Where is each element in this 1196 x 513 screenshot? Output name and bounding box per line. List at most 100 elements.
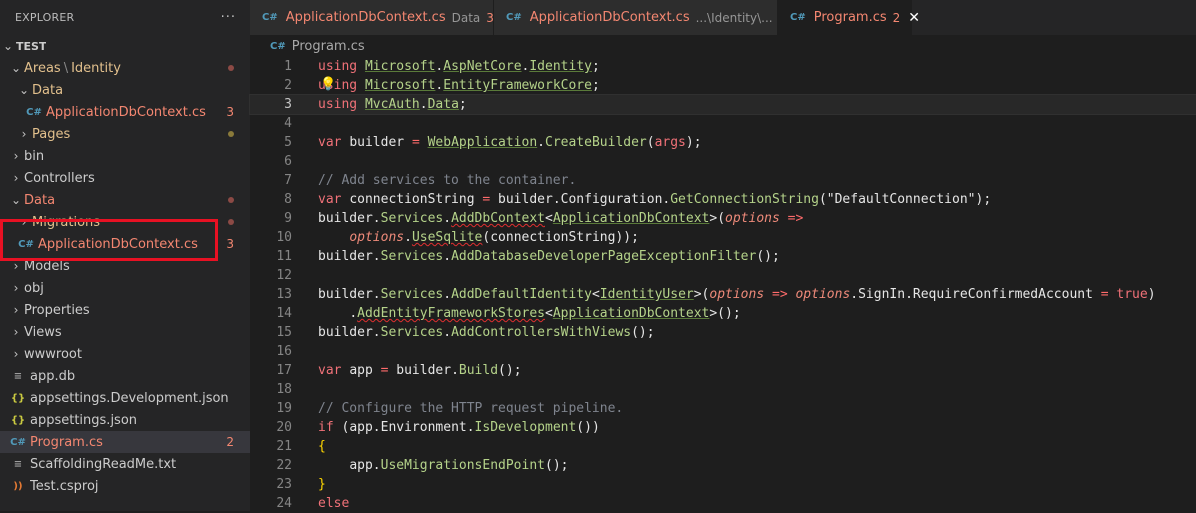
tab-program[interactable]: C# Program.cs 2 ✕ <box>778 0 920 35</box>
code-text: using Microsoft.EntityFrameworkCore; <box>318 78 600 93</box>
tree-folder-pages[interactable]: › Pages <box>0 123 250 145</box>
csharp-file-icon: C# <box>18 238 34 250</box>
tree-folder-areas-data[interactable]: ⌄ Data <box>0 79 250 101</box>
code-line: 20 if (app.Environment.IsDevelopment()) <box>250 418 1196 437</box>
tree-folder-obj[interactable]: › obj <box>0 277 250 299</box>
code-line: 13 builder.Services.AddDefaultIdentity<Id… <box>250 285 1196 304</box>
database-file-icon: ≡ <box>13 370 23 382</box>
code-text: { <box>318 439 326 454</box>
explorer-header: EXPLORER ··· <box>0 0 250 35</box>
json-file-icon: {} <box>10 392 26 404</box>
code-line: 1 using Microsoft.AspNetCore.Identity; <box>250 57 1196 76</box>
code-line: 12 <box>250 266 1196 285</box>
code-text: builder.Services.AddDatabaseDeveloperPag… <box>318 249 780 264</box>
code-line: 18 <box>250 380 1196 399</box>
tree-file-areas-appdbcontext[interactable]: C# ApplicationDbContext.cs 3 <box>0 101 250 123</box>
code-line: 17 var app = builder.Build(); <box>250 361 1196 380</box>
tree-folder-label: Controllers <box>24 170 95 186</box>
explorer-sidebar: EXPLORER ··· ⌄ TEST ⌄ Areas \ Identity ⌄ D… <box>0 0 250 511</box>
tree-folder-label: Data <box>24 192 56 208</box>
code-text: var connectionString = builder.Configura… <box>318 192 992 207</box>
tree-file-appsettings-dev[interactable]: {} appsettings.Development.json <box>0 387 250 409</box>
line-number: 9 <box>284 211 292 226</box>
chevron-right-icon: › <box>13 149 19 163</box>
more-actions-icon[interactable]: ··· <box>221 10 236 25</box>
code-line: 11 builder.Services.AddDatabaseDeveloperP… <box>250 247 1196 266</box>
csharp-file-icon: C# <box>262 12 278 23</box>
tab-data-appdbcontext[interactable]: C# ApplicationDbContext.cs ...\Identity\… <box>494 0 786 35</box>
code-line: 6 <box>250 152 1196 171</box>
chevron-right-icon: › <box>13 259 19 273</box>
csharp-file-icon: C# <box>26 106 42 118</box>
lightbulb-icon[interactable]: 💡 <box>320 75 336 94</box>
chevron-right-icon: › <box>13 347 19 361</box>
close-icon[interactable]: ✕ <box>908 10 920 26</box>
tree-folder-data[interactable]: ⌄ Data <box>0 189 250 211</box>
line-number: 4 <box>284 116 292 131</box>
tab-areas-appdbcontext[interactable]: C# ApplicationDbContext.cs Data 3 <box>250 0 494 35</box>
line-number: 11 <box>276 249 292 264</box>
tab-description: ...\Identity\... <box>695 10 773 25</box>
csharp-file-icon: C# <box>506 12 522 23</box>
tree-file-data-appdbcontext[interactable]: C# ApplicationDbContext.cs 3 <box>0 233 250 255</box>
code-text: if (app.Environment.IsDevelopment()) <box>318 420 600 435</box>
tab-problem-count: 2 <box>892 10 901 25</box>
line-number: 17 <box>276 363 292 378</box>
tree-folder-label: Data <box>32 82 64 98</box>
code-line: 2 using Microsoft.EntityFrameworkCore; 💡 <box>250 76 1196 95</box>
line-number: 5 <box>284 135 292 150</box>
code-line: 24 else <box>250 494 1196 513</box>
tree-folder-models[interactable]: › Models <box>0 255 250 277</box>
code-line: 5 var builder = WebApplication.CreateBuil… <box>250 133 1196 152</box>
chevron-right-icon: › <box>13 171 19 185</box>
code-line: 19 // Configure the HTTP request pipeline… <box>250 399 1196 418</box>
modified-dot-icon <box>228 219 234 225</box>
tree-folder-controllers[interactable]: › Controllers <box>0 167 250 189</box>
line-number: 3 <box>284 97 292 112</box>
chevron-down-icon: ⌄ <box>18 83 30 97</box>
tree-folder-wwwroot[interactable]: › wwwroot <box>0 343 250 365</box>
csharp-file-icon: C# <box>790 12 806 23</box>
code-text: var app = builder.Build(); <box>318 363 522 378</box>
code-text: // Configure the HTTP request pipeline. <box>318 401 624 416</box>
tree-file-label: Test.csproj <box>30 478 99 494</box>
tree-folder-bin[interactable]: › bin <box>0 145 250 167</box>
tree-folder-views[interactable]: › Views <box>0 321 250 343</box>
code-text: builder.Services.AddControllersWithViews… <box>318 325 655 340</box>
line-number: 13 <box>276 287 292 302</box>
tree-file-appsettings[interactable]: {} appsettings.json <box>0 409 250 431</box>
tree-file-scaffolding-readme[interactable]: ≡ ScaffoldingReadMe.txt <box>0 453 250 475</box>
chevron-down-icon: ⌄ <box>10 193 22 207</box>
code-line: 16 <box>250 342 1196 361</box>
code-editor[interactable]: 1 using Microsoft.AspNetCore.Identity; 2 u… <box>249 57 1196 513</box>
tree-file-appdb[interactable]: ≡ app.db <box>0 365 250 387</box>
code-text: var builder = WebApplication.CreateBuild… <box>318 135 702 150</box>
modified-dot-icon <box>228 131 234 137</box>
line-number: 8 <box>284 192 292 207</box>
tree-file-label: Program.cs <box>30 434 103 450</box>
chevron-down-icon: ⌄ <box>2 39 14 53</box>
problem-count-badge: 2 <box>226 435 234 449</box>
line-number: 18 <box>276 382 292 397</box>
tree-file-label: appsettings.Development.json <box>30 390 229 406</box>
tab-problem-count: 3 <box>486 10 494 25</box>
breadcrumb-item[interactable]: Program.cs <box>292 39 365 54</box>
code-line: 7 // Add services to the container. <box>250 171 1196 190</box>
code-line: 8 var connectionString = builder.Configur… <box>250 190 1196 209</box>
code-text: builder.Services.AddDbContext<Applicatio… <box>318 211 804 226</box>
tree-root-test[interactable]: ⌄ TEST <box>0 35 250 57</box>
code-line: 9 builder.Services.AddDbContext<Applicati… <box>250 209 1196 228</box>
rss-file-icon: )) <box>13 480 23 492</box>
tree-file-program[interactable]: C# Program.cs 2 <box>0 431 250 453</box>
tree-folder-areas[interactable]: ⌄ Areas \ Identity <box>0 57 250 79</box>
line-number: 21 <box>276 439 292 454</box>
line-number: 19 <box>276 401 292 416</box>
tree-file-csproj[interactable]: )) Test.csproj <box>0 475 250 497</box>
chevron-right-icon: › <box>21 127 27 141</box>
tree-folder-properties[interactable]: › Properties <box>0 299 250 321</box>
line-number: 7 <box>284 173 292 188</box>
tree-folder-migrations[interactable]: › Migrations <box>0 211 250 233</box>
tree-folder-label: Pages <box>32 126 71 142</box>
code-text: using MvcAuth.Data; <box>318 97 467 112</box>
code-line: 22 app.UseMigrationsEndPoint(); <box>250 456 1196 475</box>
